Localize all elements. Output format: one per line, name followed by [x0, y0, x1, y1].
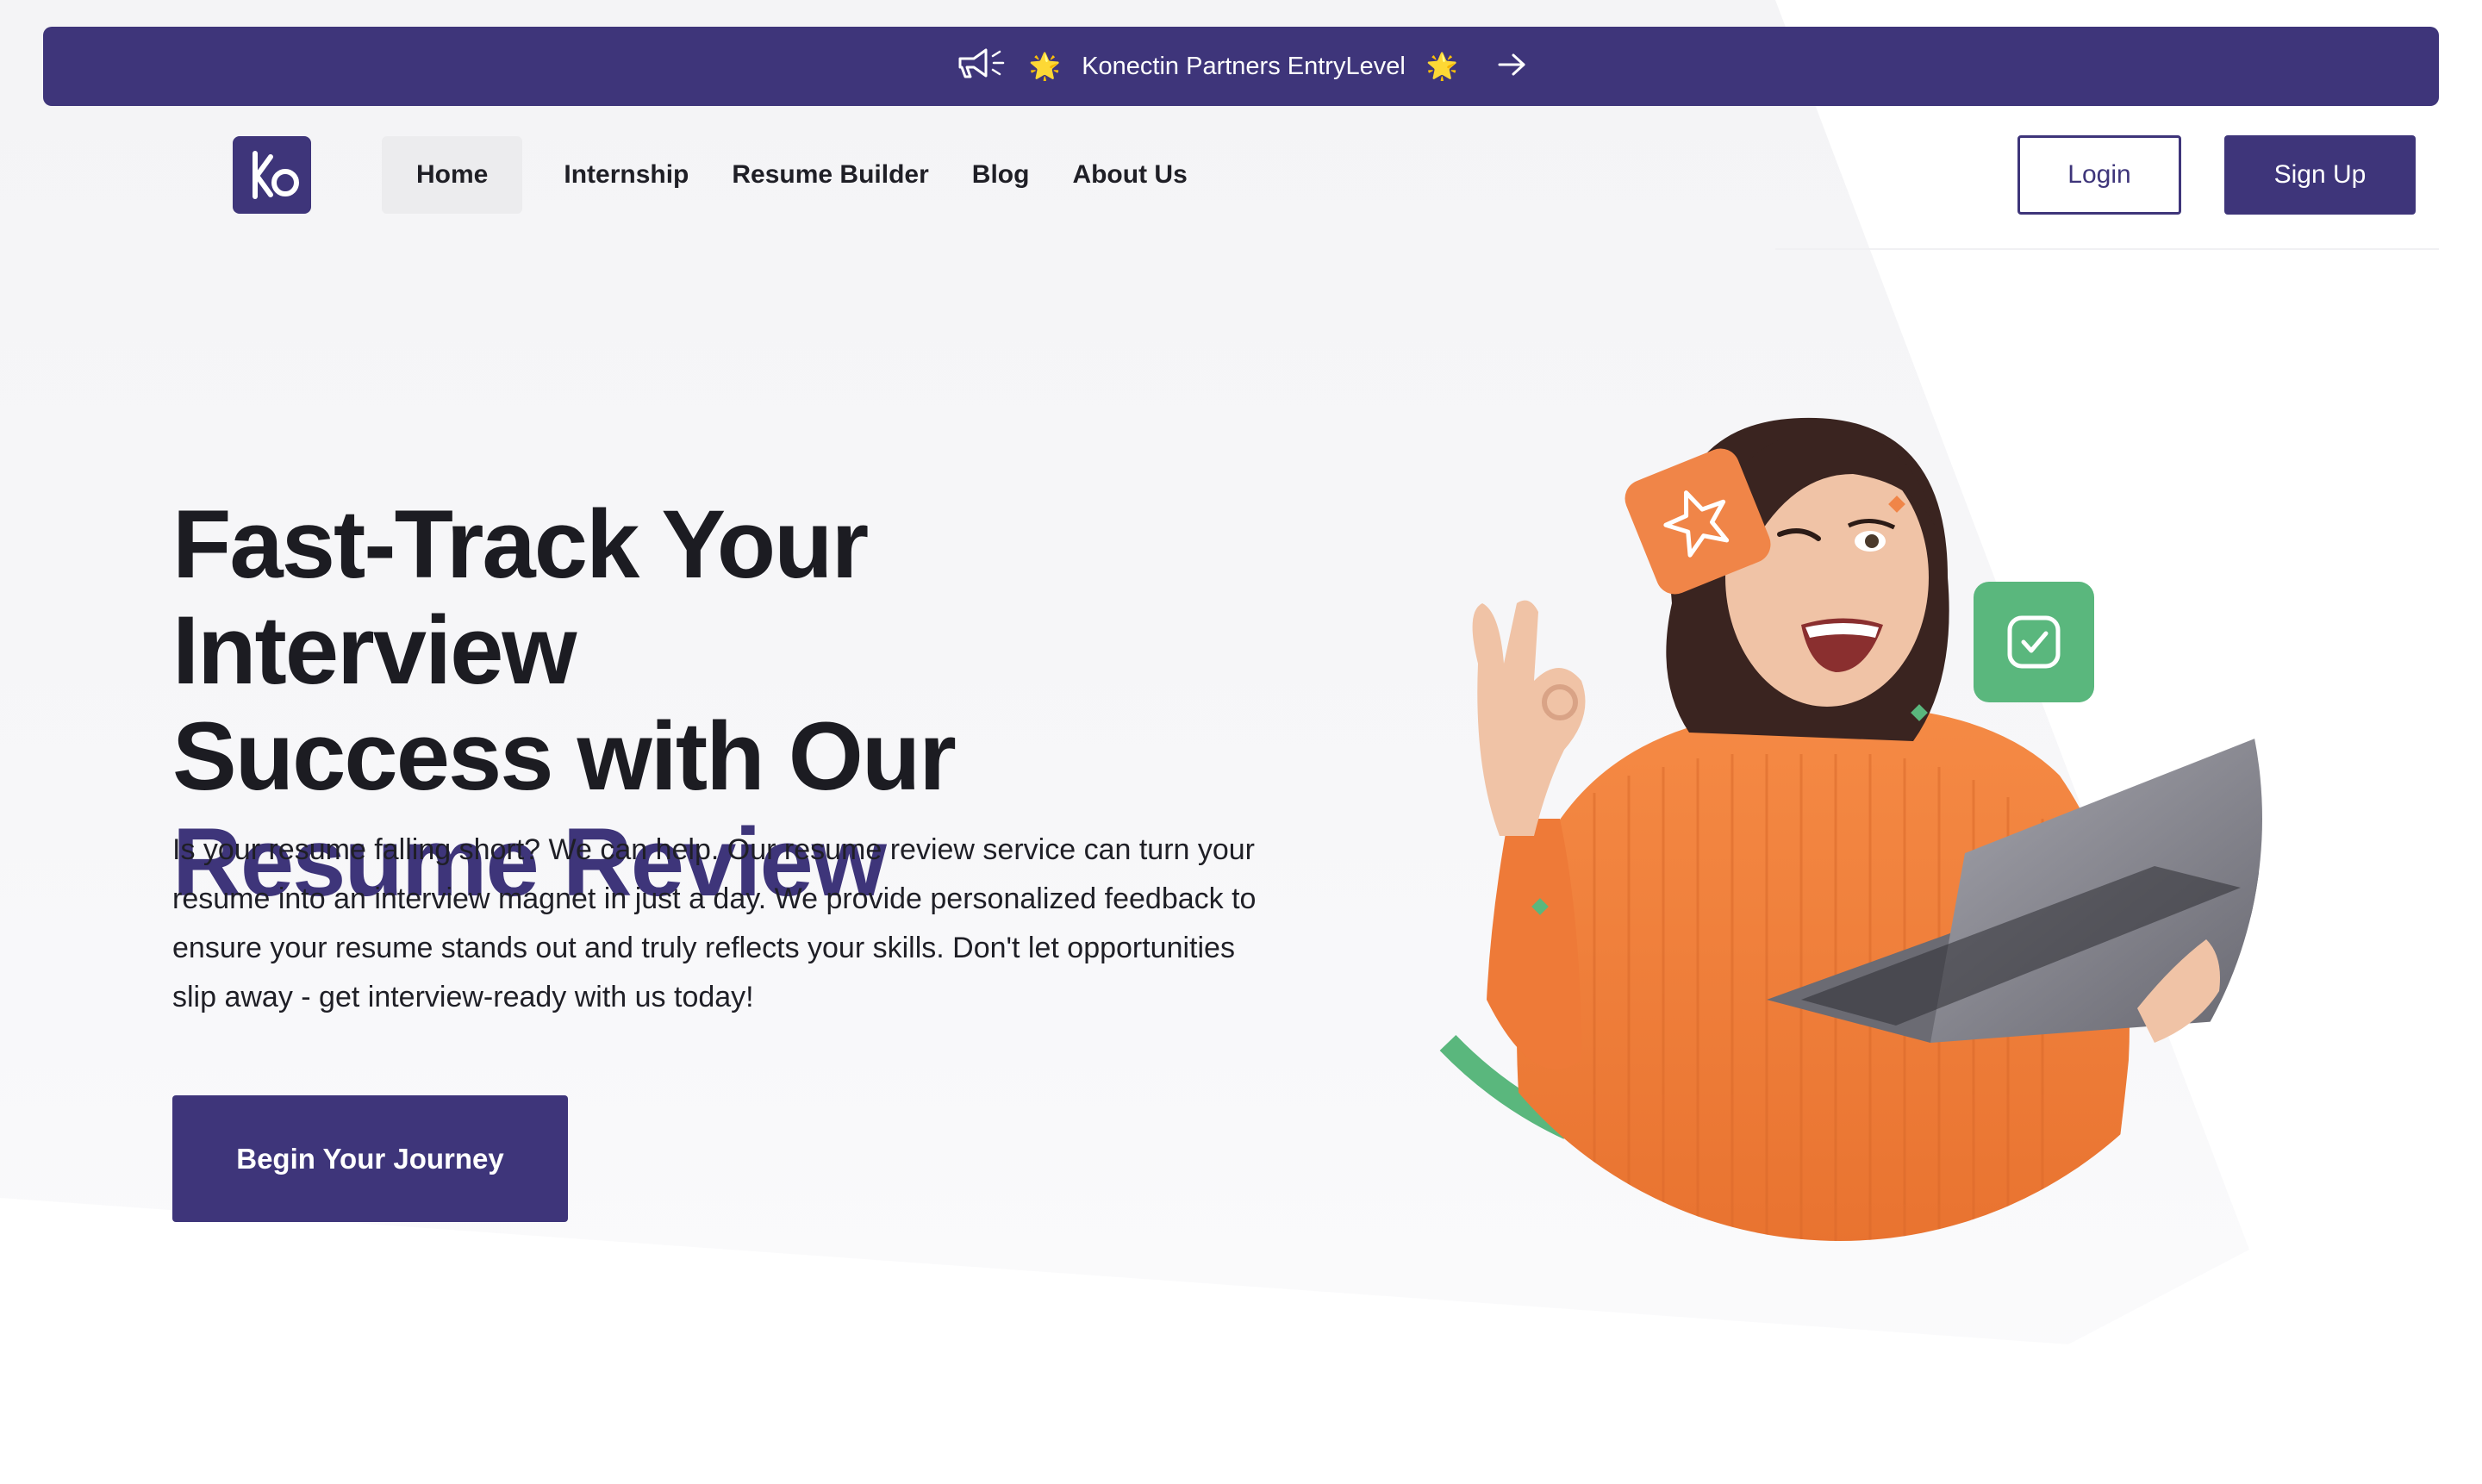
login-button[interactable]: Login	[2017, 135, 2181, 215]
hero-description: Is your resume falling short? We can hel…	[172, 833, 1257, 1013]
nav-about-us[interactable]: About Us	[1053, 136, 1206, 214]
announcement-text: Konectin Partners EntryLevel	[1082, 52, 1406, 80]
nav-internship[interactable]: Internship	[545, 136, 708, 214]
logo-mark-icon	[252, 151, 299, 199]
page: 🌟 Konectin Partners EntryLevel 🌟 Home In…	[0, 0, 2482, 1484]
hero-title-line2: Success with Our	[172, 702, 957, 810]
check-badge-icon	[1974, 582, 2094, 702]
nav-resume-builder[interactable]: Resume Builder	[713, 136, 947, 214]
woman-with-laptop-illustration	[1439, 417, 2262, 1241]
megaphone-icon	[955, 46, 1008, 87]
nav-home[interactable]: Home	[382, 136, 523, 214]
hero-title-line1: Fast-Track Your Interview	[172, 490, 869, 704]
main-nav: Home Internship Resume Builder Blog Abou…	[382, 136, 1207, 214]
header-divider	[1775, 248, 2439, 250]
sparkle-icon: 🌟	[1028, 52, 1062, 81]
begin-journey-button[interactable]: Begin Your Journey	[172, 1095, 568, 1222]
announcement-bar[interactable]: 🌟 Konectin Partners EntryLevel 🌟	[43, 27, 2439, 106]
konectin-logo[interactable]	[233, 136, 311, 214]
signup-button[interactable]: Sign Up	[2224, 135, 2416, 215]
nav-blog[interactable]: Blog	[953, 136, 1049, 214]
sparkle-icon: 🌟	[1425, 52, 1459, 81]
announcement-content: 🌟 Konectin Partners EntryLevel 🌟	[955, 46, 1527, 87]
hero-illustration	[1396, 405, 2379, 1267]
arrow-right-icon[interactable]	[1498, 49, 1527, 84]
